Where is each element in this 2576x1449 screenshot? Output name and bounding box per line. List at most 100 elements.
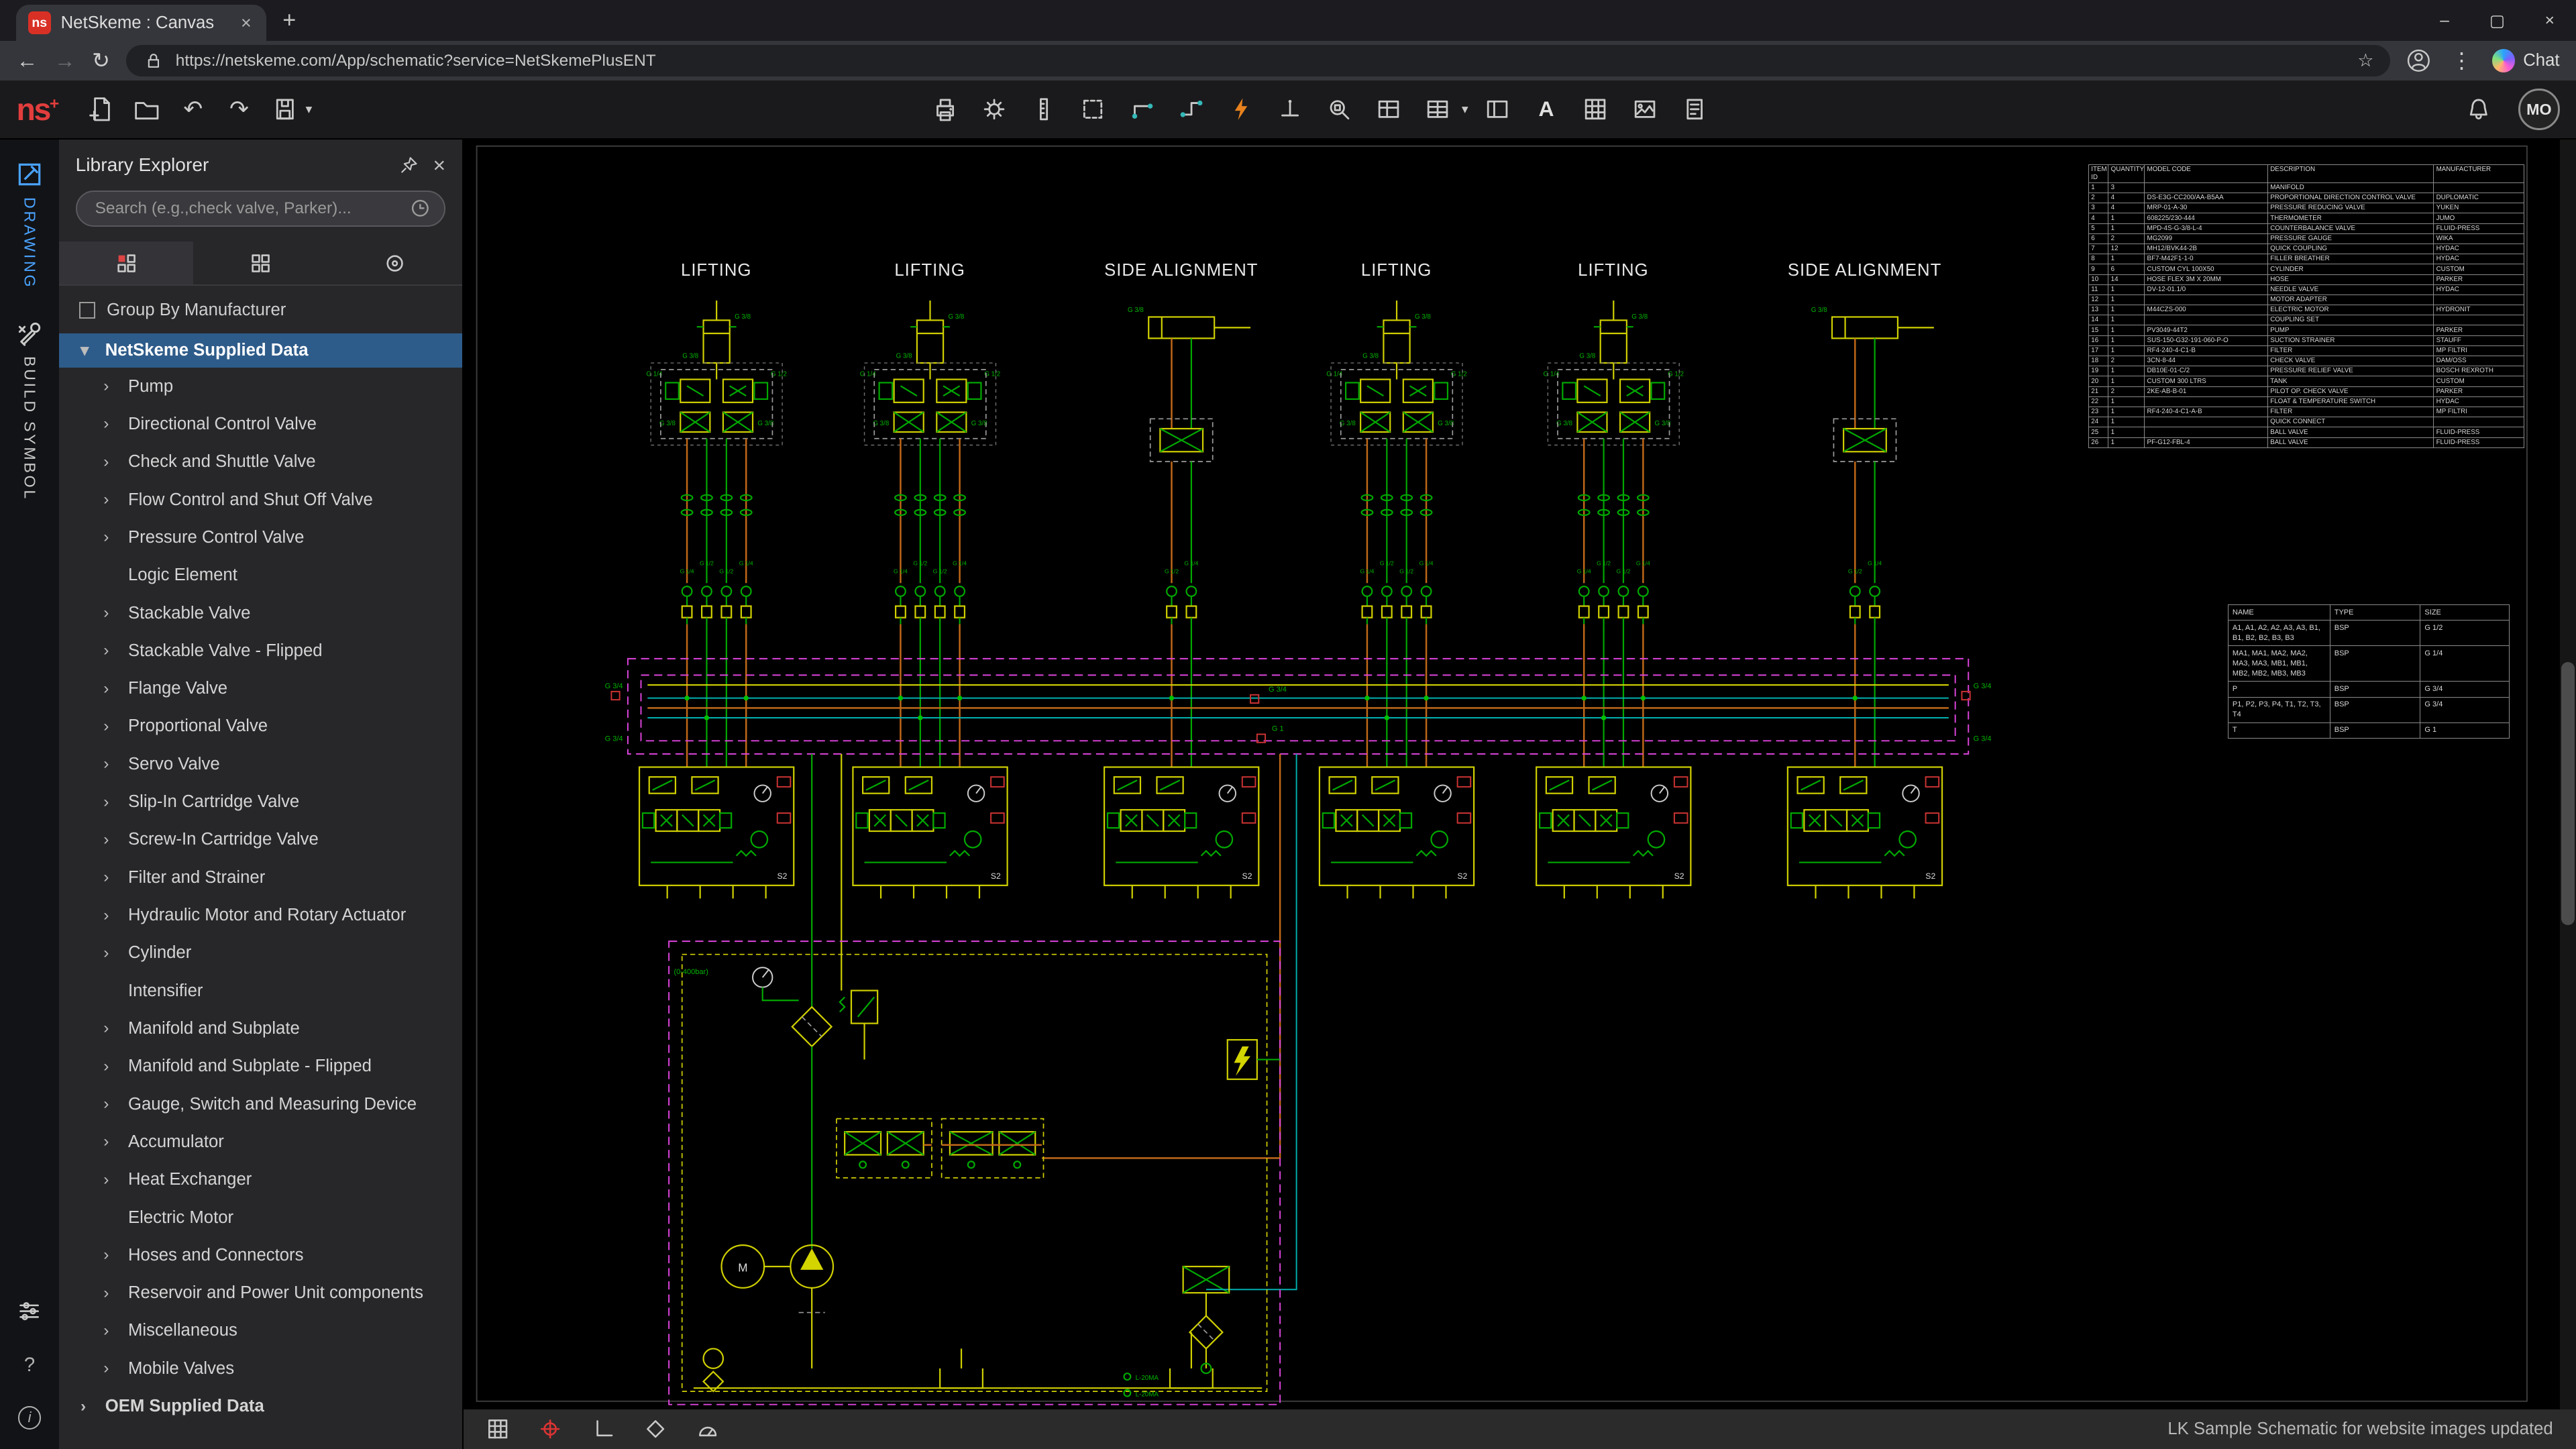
tree-item[interactable]: › Gauge, Switch and Measuring Device	[59, 1085, 462, 1123]
tree-item[interactable]: › Proportional Valve	[59, 708, 462, 745]
sheet-button[interactable]	[1674, 89, 1715, 129]
library-tab-custom[interactable]	[327, 241, 462, 284]
open-file-button[interactable]	[127, 89, 168, 129]
library-search-input[interactable]	[76, 191, 445, 227]
tree-item[interactable]: Intensifier	[59, 972, 462, 1010]
search-history-clock-icon[interactable]	[408, 196, 433, 221]
tree-item[interactable]: › Stackable Valve	[59, 594, 462, 632]
tree-item[interactable]: › Check and Shuttle Valve	[59, 443, 462, 481]
rail-tab-build-symbol[interactable]: BUILD SYMBOL	[15, 319, 44, 501]
schedule-panel-button[interactable]	[1477, 89, 1517, 129]
tree-item[interactable]: › Pressure Control Valve	[59, 519, 462, 556]
grid-table-button[interactable]	[1575, 89, 1616, 129]
help-icon[interactable]: ?	[24, 1354, 35, 1377]
notifications-bell-icon[interactable]	[2465, 95, 2493, 123]
distribution-bus[interactable]: G 3/4 G 3/4 G 3/4 G 3/4 G 3/4 G 1	[604, 659, 1991, 754]
tree-item[interactable]: › Heat Exchanger	[59, 1161, 462, 1199]
new-drawing-button[interactable]	[80, 89, 121, 129]
tree-item[interactable]: › Flow Control and Shut Off Valve	[59, 481, 462, 519]
tree-root-oem[interactable]: › OEM Supplied Data	[59, 1387, 462, 1425]
tree-item[interactable]: › Cylinder	[59, 934, 462, 972]
save-button[interactable]	[264, 89, 305, 129]
group-by-checkbox[interactable]	[79, 302, 95, 318]
table-menu-button[interactable]	[1417, 89, 1458, 129]
user-avatar[interactable]: MO	[2518, 89, 2559, 129]
tree-item[interactable]: › Mobile Valves	[59, 1350, 462, 1387]
tree-item[interactable]: › Pump	[59, 368, 462, 405]
snap-diamond-icon[interactable]	[644, 1417, 667, 1440]
library-tab-parts[interactable]	[193, 241, 327, 284]
rail-tab-drawing[interactable]: DRAWING	[15, 160, 44, 290]
tree-item[interactable]: › Hoses and Connectors	[59, 1236, 462, 1274]
tree-item[interactable]: › Filter and Strainer	[59, 859, 462, 896]
minimize-button[interactable]: –	[2418, 0, 2471, 41]
chat-button[interactable]: Chat	[2492, 49, 2560, 72]
tree-item[interactable]: › Screw-In Cartridge Valve	[59, 821, 462, 859]
info-icon[interactable]: i	[18, 1406, 41, 1429]
snap-crosshair-icon[interactable]	[539, 1417, 561, 1440]
feed-lines[interactable]	[812, 754, 1296, 1289]
protractor-icon[interactable]	[696, 1417, 719, 1440]
orthogonal-connector-alt-button[interactable]	[1171, 89, 1212, 129]
tree-item[interactable]: › Manifold and Subplate - Flipped	[59, 1048, 462, 1085]
tree-item[interactable]: › Miscellaneous	[59, 1312, 462, 1350]
reload-icon[interactable]: ↻	[92, 50, 110, 72]
url-field[interactable]: https://netskeme.com/App/schematic?servi…	[126, 45, 2390, 76]
library-tab-symbols[interactable]	[59, 241, 193, 284]
close-window-button[interactable]: ×	[2524, 0, 2576, 41]
power-unit[interactable]: (0-400bar)	[669, 941, 1280, 1405]
tree-root-netskeme[interactable]: ▾ NetSkeme Supplied Data	[59, 333, 462, 368]
pin-panel-icon[interactable]	[398, 154, 420, 176]
scrollbar-thumb[interactable]	[2561, 662, 2575, 925]
close-panel-icon[interactable]: ×	[433, 153, 446, 178]
undo-button[interactable]: ↶	[172, 89, 213, 129]
marquee-select-button[interactable]	[1073, 89, 1114, 129]
tree-item[interactable]: Logic Element	[59, 557, 462, 594]
tree-item[interactable]: › Directional Control Valve	[59, 405, 462, 443]
menu-dots-icon[interactable]: ⋮	[2451, 50, 2473, 72]
back-icon[interactable]: ←	[16, 50, 38, 72]
zoom-region-button[interactable]	[1319, 89, 1360, 129]
tree-item[interactable]: › Reservoir and Power Unit components	[59, 1274, 462, 1311]
group-by-manufacturer[interactable]: Group By Manufacturer	[59, 286, 462, 333]
tree-item[interactable]: › Flange Valve	[59, 669, 462, 707]
bom-table-button[interactable]	[1368, 89, 1409, 129]
tree-item[interactable]: › Stackable Valve - Flipped	[59, 632, 462, 669]
tree-item[interactable]: › Accumulator	[59, 1123, 462, 1161]
symbol-settings-button[interactable]	[974, 89, 1015, 129]
vertical-scrollbar[interactable]	[2560, 140, 2576, 1409]
port-size-table[interactable]: NAME TYPE SIZE A1, A1, A2, A2, A3, A3, B…	[2228, 604, 2510, 739]
schematic-canvas[interactable]: G 3/8 G 3/8 G 1/4 G 1/2	[464, 140, 2576, 1409]
tree-item[interactable]: › Servo Valve	[59, 745, 462, 783]
settings-sliders-icon[interactable]	[16, 1298, 42, 1324]
tree-item[interactable]: Electric Motor	[59, 1199, 462, 1236]
maximize-button[interactable]: ▢	[2471, 0, 2523, 41]
bom-cell: BOSCH REXROTH	[2433, 366, 2524, 376]
pin-ruler-button[interactable]	[1023, 89, 1064, 129]
orthogonal-connector-button[interactable]	[1122, 89, 1163, 129]
table-menu-caret-icon[interactable]: ▾	[1462, 101, 1468, 117]
cylinder-assembly[interactable]	[646, 301, 1933, 624]
origin-axes-icon[interactable]	[592, 1417, 614, 1440]
bom-row: 7 12 MH12/BVK44-2B QUICK COUPLING HYDAC	[2088, 244, 2524, 254]
plot-settings-button[interactable]	[924, 89, 965, 129]
bom-table[interactable]: ITEM ID QUANTITY MODEL CODE DESCRIPTION …	[2088, 164, 2524, 448]
connector-lines[interactable]	[687, 625, 1875, 767]
forward-icon[interactable]: →	[54, 50, 76, 72]
auto-route-button[interactable]	[1220, 89, 1261, 129]
tab-close-icon[interactable]: ×	[237, 13, 255, 34]
manifold-block[interactable]	[639, 767, 1942, 899]
browser-tab[interactable]: ns NetSkeme : Canvas ×	[16, 5, 266, 41]
tree-item[interactable]: › Slip-In Cartridge Valve	[59, 783, 462, 820]
text-tool-button[interactable]: A	[1525, 89, 1566, 129]
insert-image-button[interactable]	[1624, 89, 1665, 129]
bookmark-star-icon[interactable]: ☆	[2357, 52, 2373, 70]
redo-button[interactable]: ↷	[219, 89, 260, 129]
new-tab-button[interactable]: +	[282, 7, 296, 34]
grid-toggle-icon[interactable]	[486, 1417, 509, 1440]
tree-item[interactable]: › Manifold and Subplate	[59, 1010, 462, 1047]
dimension-button[interactable]	[1269, 89, 1310, 129]
profile-avatar-icon[interactable]	[2406, 48, 2431, 73]
save-menu-caret-icon[interactable]: ▾	[305, 101, 312, 117]
tree-item[interactable]: › Hydraulic Motor and Rotary Actuator	[59, 896, 462, 934]
